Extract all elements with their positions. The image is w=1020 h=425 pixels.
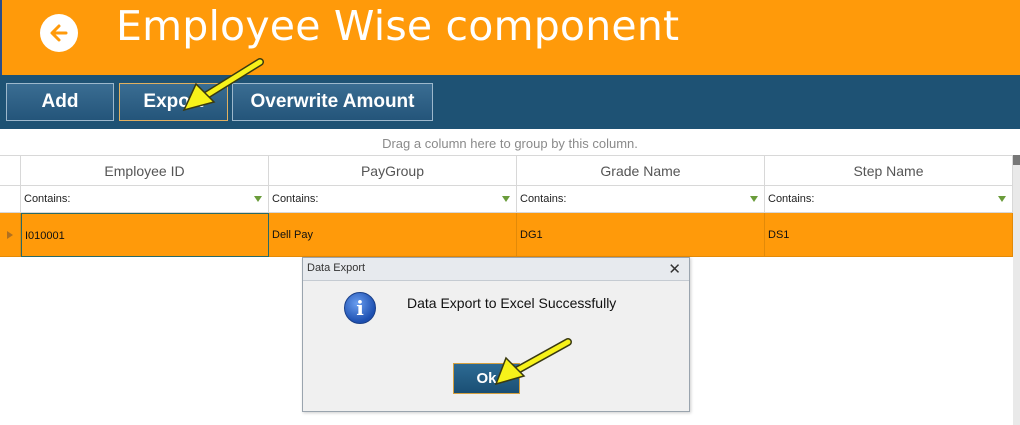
filter-label: Contains: bbox=[520, 193, 567, 205]
row-pointer-icon bbox=[7, 231, 13, 239]
filter-cell-step-name[interactable]: Contains: bbox=[765, 186, 1013, 213]
column-header-paygroup[interactable]: PayGroup bbox=[269, 156, 517, 186]
filter-label: Contains: bbox=[24, 193, 71, 205]
group-by-hint[interactable]: Drag a column here to group by this colu… bbox=[0, 134, 1020, 154]
grid-header-row: Employee ID PayGroup Grade Name Step Nam… bbox=[0, 155, 1013, 186]
row-indicator-filter bbox=[0, 186, 21, 213]
funnel-icon[interactable] bbox=[998, 196, 1006, 202]
grid-filter-row: Contains: Contains: Contains: Contains: bbox=[0, 186, 1013, 213]
info-icon: i bbox=[344, 292, 376, 324]
filter-cell-grade-name[interactable]: Contains: bbox=[517, 186, 765, 213]
cell-grade-name[interactable]: DG1 bbox=[517, 213, 765, 257]
row-indicator[interactable] bbox=[0, 213, 21, 257]
dialog-title-bar[interactable]: Data Export ✕ bbox=[303, 258, 689, 281]
funnel-icon[interactable] bbox=[254, 196, 262, 202]
app-window: Employee Wise component Add Export Overw… bbox=[0, 0, 1020, 425]
column-header-step-name[interactable]: Step Name bbox=[765, 156, 1013, 186]
vertical-scrollbar[interactable] bbox=[1013, 155, 1020, 425]
filter-cell-employee-id[interactable]: Contains: bbox=[21, 186, 269, 213]
data-grid: Employee ID PayGroup Grade Name Step Nam… bbox=[0, 155, 1013, 257]
header-edge bbox=[0, 0, 2, 75]
dialog-message: Data Export to Excel Successfully bbox=[407, 295, 617, 311]
dialog-title: Data Export bbox=[307, 262, 366, 274]
cell-paygroup[interactable]: Dell Pay bbox=[269, 213, 517, 257]
funnel-icon[interactable] bbox=[502, 196, 510, 202]
arrow-left-circle-icon bbox=[50, 24, 68, 42]
cell-employee-id[interactable]: I010001 bbox=[21, 213, 269, 257]
toolbar: Add Export Overwrite Amount bbox=[0, 75, 1020, 129]
filter-label: Contains: bbox=[768, 193, 815, 205]
table-row[interactable]: I010001 Dell Pay DG1 DS1 bbox=[0, 213, 1013, 257]
close-icon[interactable]: ✕ bbox=[668, 260, 681, 278]
yellow-arrow-icon bbox=[494, 338, 572, 386]
scrollbar-thumb[interactable] bbox=[1013, 155, 1020, 165]
header-bar: Employee Wise component bbox=[0, 0, 1020, 75]
row-indicator-header bbox=[0, 156, 21, 186]
filter-cell-paygroup[interactable]: Contains: bbox=[269, 186, 517, 213]
add-button[interactable]: Add bbox=[6, 83, 114, 121]
filter-label: Contains: bbox=[272, 193, 319, 205]
cell-step-name[interactable]: DS1 bbox=[765, 213, 1013, 257]
back-button[interactable] bbox=[40, 14, 78, 52]
yellow-arrow-icon bbox=[182, 58, 264, 112]
column-header-grade-name[interactable]: Grade Name bbox=[517, 156, 765, 186]
column-header-employee-id[interactable]: Employee ID bbox=[21, 156, 269, 186]
funnel-icon[interactable] bbox=[750, 196, 758, 202]
page-title: Employee Wise component bbox=[116, 2, 680, 50]
